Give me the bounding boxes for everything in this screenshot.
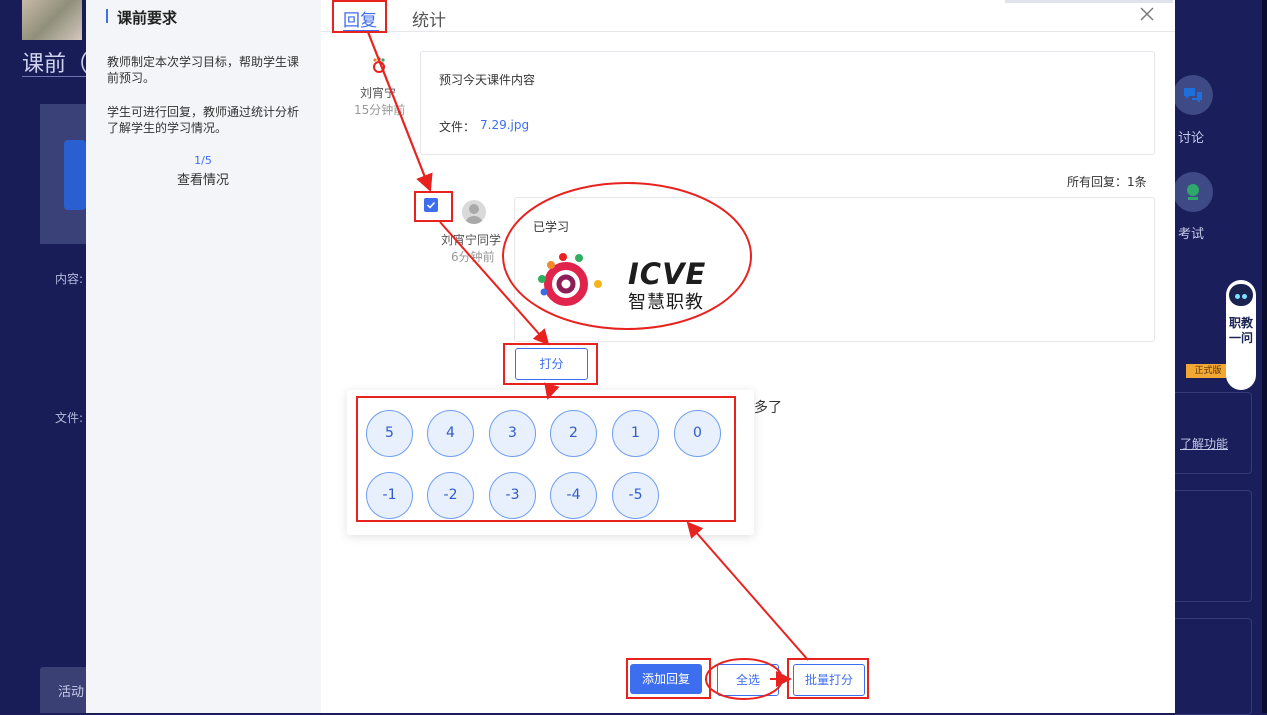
- tab-reply[interactable]: 回复: [343, 6, 377, 31]
- background-activity-label: 活动: [58, 685, 85, 700]
- view-fraction[interactable]: 1/5: [107, 154, 299, 167]
- reply-text: 已学习: [533, 220, 570, 234]
- post-text: 预习今天课件内容: [439, 73, 536, 87]
- logo-subtitle: 智慧职教: [628, 292, 704, 313]
- score-option[interactable]: 0: [674, 410, 721, 457]
- post-card: [420, 51, 1155, 155]
- robot-icon: [1229, 284, 1253, 306]
- select-all-button[interactable]: 全选: [717, 664, 779, 696]
- add-reply-button[interactable]: 添加回复: [630, 664, 702, 694]
- logo-title: ICVE: [628, 257, 707, 291]
- top-scroll-indicator: [1005, 0, 1173, 3]
- reply-checkbox[interactable]: [424, 198, 438, 212]
- tabs-divider: [321, 31, 1175, 32]
- background-title: 课前（: [22, 52, 89, 77]
- close-icon[interactable]: [1138, 5, 1156, 23]
- score-option[interactable]: -1: [366, 472, 413, 519]
- background-photo: [22, 0, 82, 40]
- tab-stats[interactable]: 统计: [412, 6, 446, 31]
- robot-assistant[interactable]: 职教一问: [1226, 280, 1256, 390]
- reply-time: 6分钟前: [451, 250, 495, 264]
- discuss-icon[interactable]: [1173, 75, 1213, 115]
- score-option[interactable]: 5: [366, 410, 413, 457]
- reply-avatar: [462, 200, 486, 224]
- score-option[interactable]: 1: [612, 410, 659, 457]
- background-title-underline: [22, 76, 86, 77]
- score-option[interactable]: 2: [550, 410, 597, 457]
- sidebar-title: 课前要求: [117, 9, 178, 27]
- post-author: 刘宵宁: [360, 86, 397, 100]
- sidebar-desc-1: 教师制定本次学习目标，帮助学生课前预习。: [107, 55, 300, 85]
- post-avatar-icon: [370, 56, 388, 74]
- background-card-accent: [64, 140, 86, 210]
- learn-feature-link[interactable]: 了解功能: [1180, 435, 1228, 452]
- score-option[interactable]: -4: [550, 472, 597, 519]
- score-option[interactable]: 4: [427, 410, 474, 457]
- batch-score-button[interactable]: 批量打分: [793, 664, 865, 696]
- post-file-label: 文件：: [439, 120, 476, 134]
- score-option[interactable]: 3: [489, 410, 536, 457]
- partial-hidden-text: 多了: [754, 400, 782, 416]
- tab-reply-underline: [343, 30, 379, 32]
- discuss-label: 讨论: [1178, 131, 1205, 146]
- score-option[interactable]: -5: [612, 472, 659, 519]
- score-button[interactable]: 打分: [515, 348, 588, 380]
- robot-label: 职教一问: [1228, 316, 1253, 345]
- post-time: 15分钟前: [354, 103, 406, 117]
- score-option[interactable]: -3: [489, 472, 536, 519]
- page-scrollbar[interactable]: [1262, 0, 1267, 713]
- background-file-label: 文件:: [55, 411, 84, 425]
- reply-author: 刘宵宁同学: [441, 233, 502, 247]
- score-option[interactable]: -2: [427, 472, 474, 519]
- sidebar-desc-2: 学生可进行回复，教师通过统计分析了解学生的学习情况。: [107, 105, 300, 135]
- background-box-3: [1175, 618, 1252, 715]
- background-activity-tab[interactable]: 活动: [40, 667, 86, 713]
- all-replies-count: 所有回复：1条: [1067, 175, 1147, 189]
- post-file-link[interactable]: 7.29.jpg: [480, 118, 529, 132]
- view-status-link[interactable]: 查看情况: [107, 169, 299, 188]
- background-feature-box: [1175, 392, 1252, 474]
- formal-version-badge: 正式版: [1186, 364, 1230, 378]
- background-content-label: 内容:: [55, 272, 84, 286]
- background-box-2: [1175, 490, 1252, 602]
- exam-icon[interactable]: [1173, 172, 1213, 212]
- sidebar-title-bar: [106, 9, 108, 23]
- exam-label: 考试: [1178, 227, 1205, 242]
